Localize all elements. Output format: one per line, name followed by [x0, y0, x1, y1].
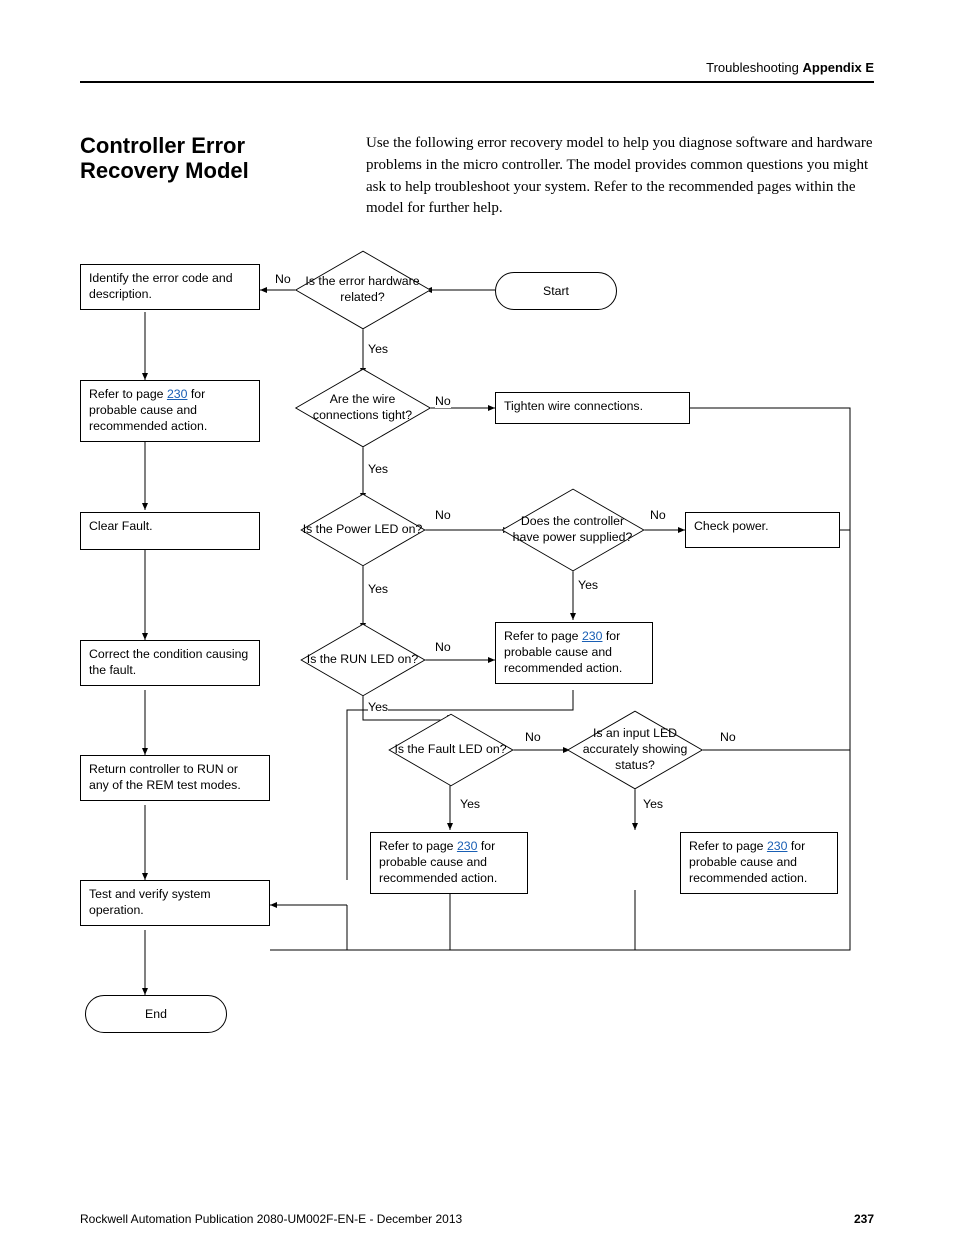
label-no: No: [435, 508, 451, 522]
top-section: Controller Error Recovery Model Use the …: [80, 133, 874, 220]
decision-power-led: Is the Power LED on?: [300, 500, 425, 560]
process-tighten: Tighten wire connections.: [495, 392, 690, 424]
label-no: No: [720, 730, 736, 744]
header-appendix: Appendix E: [802, 60, 874, 75]
page-link-230[interactable]: 230: [582, 629, 603, 643]
process-test-verify: Test and verify system operation.: [80, 880, 270, 926]
label-yes: Yes: [643, 797, 663, 811]
process-clear-fault: Clear Fault.: [80, 512, 260, 550]
label-no: No: [435, 394, 451, 408]
page-link-230[interactable]: 230: [767, 839, 788, 853]
decision-input-led: Is an input LED accurately showing statu…: [570, 715, 700, 785]
decision-power-supplied: Does the controller have power supplied?: [510, 490, 635, 570]
label-yes: Yes: [368, 462, 388, 476]
decision-fault-led: Is the Fault LED on?: [388, 720, 513, 780]
label-no: No: [275, 272, 291, 286]
page-number: 237: [854, 1212, 874, 1226]
process-refer-1: Refer to page 230 for probable cause and…: [80, 380, 260, 442]
process-refer-3: Refer to page 230 for probable cause and…: [370, 832, 528, 894]
page-footer: Rockwell Automation Publication 2080-UM0…: [80, 1212, 874, 1226]
label-yes: Yes: [578, 578, 598, 592]
publication-info: Rockwell Automation Publication 2080-UM0…: [80, 1212, 462, 1226]
document-page: Troubleshooting Appendix E Controller Er…: [0, 0, 954, 1250]
process-check-power: Check power.: [685, 512, 840, 548]
label-no: No: [650, 508, 666, 522]
intro-paragraph: Use the following error recovery model t…: [366, 133, 874, 220]
process-return-controller: Return controller to RUN or any of the R…: [80, 755, 270, 801]
section-title: Controller Error Recovery Model: [80, 133, 330, 220]
label-yes: Yes: [368, 342, 388, 356]
label-yes: Yes: [460, 797, 480, 811]
decision-run-led: Is the RUN LED on?: [300, 630, 425, 690]
decision-hardware: Is the error hardware related?: [300, 255, 425, 325]
decision-wires: Are the wire connections tight?: [300, 373, 425, 443]
start-node: Start: [495, 272, 617, 310]
header-prefix: Troubleshooting: [706, 60, 799, 75]
page-link-230[interactable]: 230: [167, 387, 188, 401]
flowchart: Start End Is the error hardware related?…: [80, 250, 874, 1050]
end-node: End: [85, 995, 227, 1033]
page-header: Troubleshooting Appendix E: [80, 60, 874, 83]
process-identify: Identify the error code and description.: [80, 264, 260, 310]
page-link-230[interactable]: 230: [457, 839, 478, 853]
process-refer-2: Refer to page 230 for probable cause and…: [495, 622, 653, 684]
process-refer-4: Refer to page 230 for probable cause and…: [680, 832, 838, 894]
process-correct-condition: Correct the condition causing the fault.: [80, 640, 260, 686]
label-yes: Yes: [368, 582, 388, 596]
label-no: No: [525, 730, 541, 744]
label-no: No: [435, 640, 451, 654]
label-yes: Yes: [368, 700, 388, 714]
